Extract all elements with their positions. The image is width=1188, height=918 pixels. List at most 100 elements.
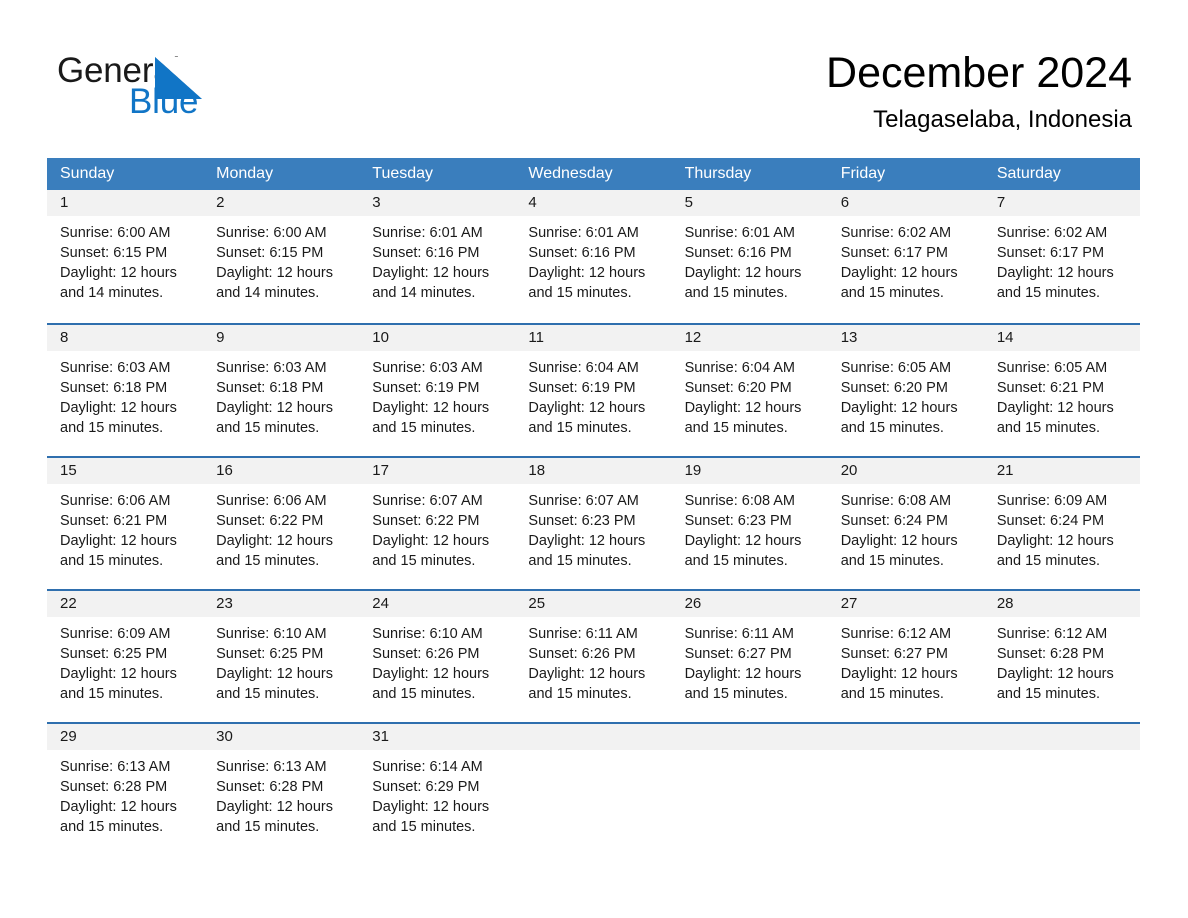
sunset-text: Sunset: 6:21 PM [996,380,1105,396]
calendar-day-cell[interactable]: 13 Sunrise: 6:05 AM Sunset: 6:20 PM Dayligh… [827,325,984,456]
daylight-text: Daylight: 12 hours and 15 minutes. [684,666,802,702]
sunset-text: Sunset: 6:17 PM [996,245,1105,261]
calendar-day-cell[interactable]: 12 Sunrise: 6:04 AM Sunset: 6:20 PM Dayligh… [671,325,828,456]
daylight-text: Daylight: 12 hours and 15 minutes. [996,400,1114,436]
calendar-day-cell[interactable]: 23 Sunrise: 6:10 AM Sunset: 6:25 PM Dayligh… [203,591,360,722]
sunrise-text: Sunrise: 6:06 AM [60,493,171,509]
sunset-text: Sunset: 6:22 PM [216,513,324,529]
sunset-text: Sunset: 6:25 PM [60,646,168,662]
sunrise-text: Sunrise: 6:11 AM [528,626,638,642]
daylight-text: Daylight: 12 hours and 15 minutes. [60,400,177,436]
day-number: 14 [983,325,1140,351]
daylight-text: Daylight: 12 hours and 15 minutes. [372,400,490,436]
day-sun-info: Sunrise: 6:03 AM Sunset: 6:18 PM Daylight:… [203,351,359,438]
day-sun-info: Sunrise: 6:12 AM Sunset: 6:27 PM Daylight:… [828,617,984,704]
sunrise-text: Sunrise: 6:13 AM [60,759,171,775]
calendar-day-cell[interactable]: 7 Sunrise: 6:02 AM Sunset: 6:17 PM Daylight… [983,190,1140,323]
daylight-text: Daylight: 12 hours and 15 minutes. [216,533,334,569]
sunrise-text: Sunrise: 6:03 AM [216,360,327,376]
sunrise-text: Sunrise: 6:13 AM [216,759,327,775]
day-number [983,724,1140,750]
sunrise-text: Sunrise: 6:12 AM [996,626,1108,642]
day-number: 31 [359,724,516,750]
calendar-day-cell[interactable]: 28 Sunrise: 6:12 AM Sunset: 6:28 PM Dayligh… [983,591,1140,722]
daylight-text: Daylight: 12 hours and 15 minutes. [840,666,958,702]
calendar-day-cell[interactable]: 22 Sunrise: 6:09 AM Sunset: 6:25 PM Dayligh… [47,591,204,722]
calendar-day-cell[interactable]: 10 Sunrise: 6:03 AM Sunset: 6:19 PM Dayligh… [359,325,516,456]
calendar-day-cell[interactable]: 24 Sunrise: 6:10 AM Sunset: 6:26 PM Dayligh… [359,591,516,722]
sunset-text: Sunset: 6:23 PM [528,513,636,529]
calendar-day-cell[interactable]: 15 Sunrise: 6:06 AM Sunset: 6:21 PM Dayligh… [47,458,204,589]
day-number: 12 [671,325,828,351]
calendar-day-cell[interactable]: 19 Sunrise: 6:08 AM Sunset: 6:23 PM Dayligh… [671,458,828,589]
day-sun-info: Sunrise: 6:03 AM Sunset: 6:19 PM Daylight:… [359,351,515,438]
calendar-day-cell[interactable]: 2 Sunrise: 6:00 AM Sunset: 6:15 PM Daylight… [203,190,360,323]
day-number: 6 [827,190,984,216]
weekday-header-monday: Monday [216,165,274,182]
day-sun-info: Sunrise: 6:09 AM Sunset: 6:25 PM Daylight:… [47,617,203,704]
day-sun-info: Sunrise: 6:10 AM Sunset: 6:26 PM Daylight:… [359,617,515,704]
calendar-day-cell[interactable]: 3 Sunrise: 6:01 AM Sunset: 6:16 PM Daylight… [359,190,516,323]
calendar-day-cell[interactable]: 5 Sunrise: 6:01 AM Sunset: 6:16 PM Daylight… [671,190,828,323]
calendar-grid: Sunday Monday Tuesday Wednesday Thursday… [47,158,1140,855]
sunset-text: Sunset: 6:26 PM [372,646,480,662]
calendar-day-cell[interactable]: 6 Sunrise: 6:02 AM Sunset: 6:17 PM Daylight… [827,190,984,323]
calendar-week-row: 15 Sunrise: 6:06 AM Sunset: 6:21 PM Dayligh… [47,456,1140,589]
day-sun-info: Sunrise: 6:11 AM Sunset: 6:27 PM Daylight:… [672,617,828,704]
daylight-text: Daylight: 12 hours and 15 minutes. [996,533,1114,569]
day-sun-info: Sunrise: 6:04 AM Sunset: 6:20 PM Daylight:… [672,351,828,438]
generalblue-logo[interactable]: General Blue [57,52,257,124]
sunset-text: Sunset: 6:24 PM [840,513,948,529]
day-number: 18 [515,458,672,484]
day-number: 1 [47,190,204,216]
daylight-text: Daylight: 12 hours and 15 minutes. [840,265,958,301]
calendar-day-cell[interactable]: 8 Sunrise: 6:03 AM Sunset: 6:18 PM Daylight… [47,325,204,456]
sunset-text: Sunset: 6:28 PM [60,779,168,795]
calendar-day-cell[interactable]: 27 Sunrise: 6:12 AM Sunset: 6:27 PM Dayligh… [827,591,984,722]
calendar-day-cell[interactable]: 14 Sunrise: 6:05 AM Sunset: 6:21 PM Dayligh… [983,325,1140,456]
calendar-day-cell[interactable]: 20 Sunrise: 6:08 AM Sunset: 6:24 PM Dayligh… [827,458,984,589]
day-number: 3 [359,190,516,216]
calendar-day-cell[interactable]: 26 Sunrise: 6:11 AM Sunset: 6:27 PM Dayligh… [671,591,828,722]
weekday-header-wednesday: Wednesday [528,165,613,182]
day-sun-info: Sunrise: 6:00 AM Sunset: 6:15 PM Daylight:… [203,216,359,303]
calendar-day-cell[interactable]: 16 Sunrise: 6:06 AM Sunset: 6:22 PM Dayligh… [203,458,360,589]
calendar-day-cell[interactable]: 1 Sunrise: 6:00 AM Sunset: 6:15 PM Daylight… [47,190,204,323]
calendar-day-cell[interactable]: 30 Sunrise: 6:13 AM Sunset: 6:28 PM Dayligh… [203,724,360,855]
calendar-day-cell[interactable]: 29 Sunrise: 6:13 AM Sunset: 6:28 PM Dayligh… [47,724,204,855]
sunrise-text: Sunrise: 6:00 AM [216,225,327,241]
sunrise-text: Sunrise: 6:02 AM [996,225,1108,241]
day-number [827,724,984,750]
day-sun-info: Sunrise: 6:00 AM Sunset: 6:15 PM Daylight:… [47,216,203,303]
sunset-text: Sunset: 6:27 PM [840,646,948,662]
day-number: 2 [203,190,360,216]
daylight-text: Daylight: 12 hours and 15 minutes. [60,799,177,835]
sunset-text: Sunset: 6:22 PM [372,513,480,529]
day-sun-info: Sunrise: 6:09 AM Sunset: 6:24 PM Daylight:… [984,484,1140,571]
day-sun-info: Sunrise: 6:01 AM Sunset: 6:16 PM Daylight:… [515,216,671,303]
day-sun-info: Sunrise: 6:08 AM Sunset: 6:23 PM Daylight:… [672,484,828,571]
day-number: 17 [359,458,516,484]
day-number: 13 [827,325,984,351]
day-sun-info: Sunrise: 6:04 AM Sunset: 6:19 PM Daylight:… [515,351,671,438]
calendar-day-cell[interactable]: 21 Sunrise: 6:09 AM Sunset: 6:24 PM Dayligh… [983,458,1140,589]
calendar-day-cell[interactable]: 9 Sunrise: 6:03 AM Sunset: 6:18 PM Daylight… [203,325,360,456]
calendar-day-cell[interactable]: 17 Sunrise: 6:07 AM Sunset: 6:22 PM Dayligh… [359,458,516,589]
calendar-day-cell[interactable]: 25 Sunrise: 6:11 AM Sunset: 6:26 PM Dayligh… [515,591,672,722]
sunrise-text: Sunrise: 6:01 AM [684,225,795,241]
calendar-week-row: 22 Sunrise: 6:09 AM Sunset: 6:25 PM Dayligh… [47,589,1140,722]
daylight-text: Daylight: 12 hours and 14 minutes. [60,265,177,301]
day-number: 7 [983,190,1140,216]
calendar-day-cell-empty [515,724,672,855]
sunset-text: Sunset: 6:16 PM [528,245,636,261]
calendar-day-cell[interactable]: 4 Sunrise: 6:01 AM Sunset: 6:16 PM Daylight… [515,190,672,323]
sunset-text: Sunset: 6:15 PM [216,245,324,261]
calendar-day-cell[interactable]: 11 Sunrise: 6:04 AM Sunset: 6:19 PM Dayligh… [515,325,672,456]
daylight-text: Daylight: 12 hours and 15 minutes. [60,533,177,569]
daylight-text: Daylight: 12 hours and 15 minutes. [60,666,177,702]
sunset-text: Sunset: 6:16 PM [684,245,792,261]
calendar-day-cell[interactable]: 31 Sunrise: 6:14 AM Sunset: 6:29 PM Dayligh… [359,724,516,855]
calendar-day-cell[interactable]: 18 Sunrise: 6:07 AM Sunset: 6:23 PM Dayligh… [515,458,672,589]
calendar-week-row: 29 Sunrise: 6:13 AM Sunset: 6:28 PM Dayligh… [47,722,1140,855]
daylight-text: Daylight: 12 hours and 15 minutes. [996,265,1114,301]
